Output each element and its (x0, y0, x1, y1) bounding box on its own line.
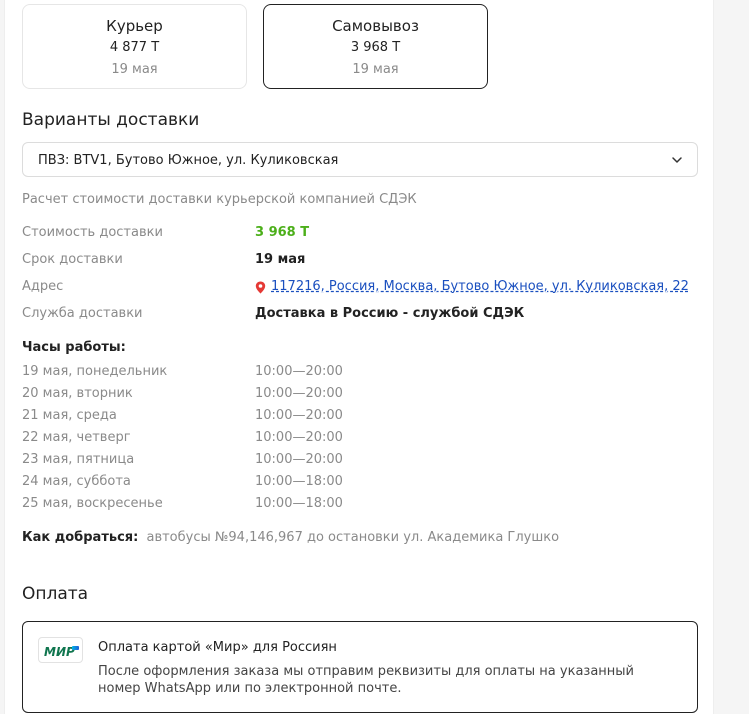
hours-time: 10:00—20:00 (255, 386, 343, 401)
payment-heading: Оплата (22, 584, 89, 604)
hours-time: 10:00—18:00 (255, 496, 343, 511)
mir-logo-text: МИР (44, 645, 75, 659)
hours-day: 23 мая, пятница (22, 452, 135, 467)
delivery-calc-note: Расчет стоимости доставки курьерской ком… (22, 192, 417, 207)
pickup-point-value: ПВЗ: BTV1, Бутово Южное, ул. Куликовская (38, 153, 339, 168)
cost-value: 3 968 Т (255, 225, 310, 240)
hours-time: 10:00—18:00 (255, 474, 343, 489)
how-to-get: Как добраться: автобусы №94,146,967 до о… (22, 529, 559, 546)
pickup-point-select[interactable]: ПВЗ: BTV1, Бутово Южное, ул. Куликовская (22, 142, 698, 177)
payment-title: Оплата картой «Мир» для Россиян (98, 640, 337, 655)
address-row: 117216, Россия, Москва, Бутово Южное, ул… (255, 278, 689, 295)
hours-time: 10:00—20:00 (255, 408, 343, 423)
hours-time: 10:00—20:00 (255, 452, 343, 467)
method-price: 4 877 Т (109, 40, 160, 55)
hours-day: 24 мая, суббота (22, 474, 131, 489)
address-label: Адрес (22, 279, 64, 294)
method-price: 3 968 Т (350, 40, 401, 55)
delivery-panel: Курьер 4 877 Т 19 мая Самовывоз 3 968 Т … (4, 0, 714, 714)
cost-label: Стоимость доставки (22, 225, 163, 240)
hours-day: 22 мая, четверг (22, 430, 131, 445)
how-to-get-label: Как добраться: (22, 530, 139, 545)
hours-title: Часы работы: (22, 340, 126, 355)
hours-day: 25 мая, воскресенье (22, 496, 163, 511)
mir-logo-icon: МИР (44, 645, 79, 659)
chevron-down-icon (672, 157, 682, 163)
map-pin-icon (255, 281, 266, 294)
method-title: Курьер (106, 17, 163, 35)
delivery-method-pickup[interactable]: Самовывоз 3 968 Т 19 мая (263, 4, 488, 89)
mir-logo: МИР (38, 637, 83, 663)
hours-time: 10:00—20:00 (255, 364, 343, 379)
method-date: 19 мая (111, 62, 158, 77)
service-label: Служба доставки (22, 306, 143, 321)
address-link[interactable]: 117216, Россия, Москва, Бутово Южное, ул… (255, 279, 689, 294)
hours-day: 21 мая, среда (22, 408, 117, 423)
hours-time: 10:00—20:00 (255, 430, 343, 445)
term-value: 19 мая (255, 252, 306, 267)
method-date: 19 мая (352, 62, 399, 77)
delivery-method-courier[interactable]: Курьер 4 877 Т 19 мая (22, 4, 247, 89)
payment-option-mir[interactable]: МИР Оплата картой «Мир» для Россиян Посл… (22, 621, 698, 713)
service-value: Доставка в Россию - службой СДЭК (255, 306, 525, 321)
payment-description: После оформления заказа мы отправим рекв… (98, 664, 635, 696)
address-text: 117216, Россия, Москва, Бутово Южное, ул… (271, 279, 689, 294)
method-title: Самовывоз (332, 17, 419, 35)
how-to-get-text: автобусы №94,146,967 до остановки ул. Ак… (146, 530, 560, 545)
hours-day: 20 мая, вторник (22, 386, 133, 401)
term-label: Срок доставки (22, 252, 123, 267)
hours-day: 19 мая, понедельник (22, 364, 168, 379)
delivery-options-heading: Варианты доставки (22, 110, 200, 130)
